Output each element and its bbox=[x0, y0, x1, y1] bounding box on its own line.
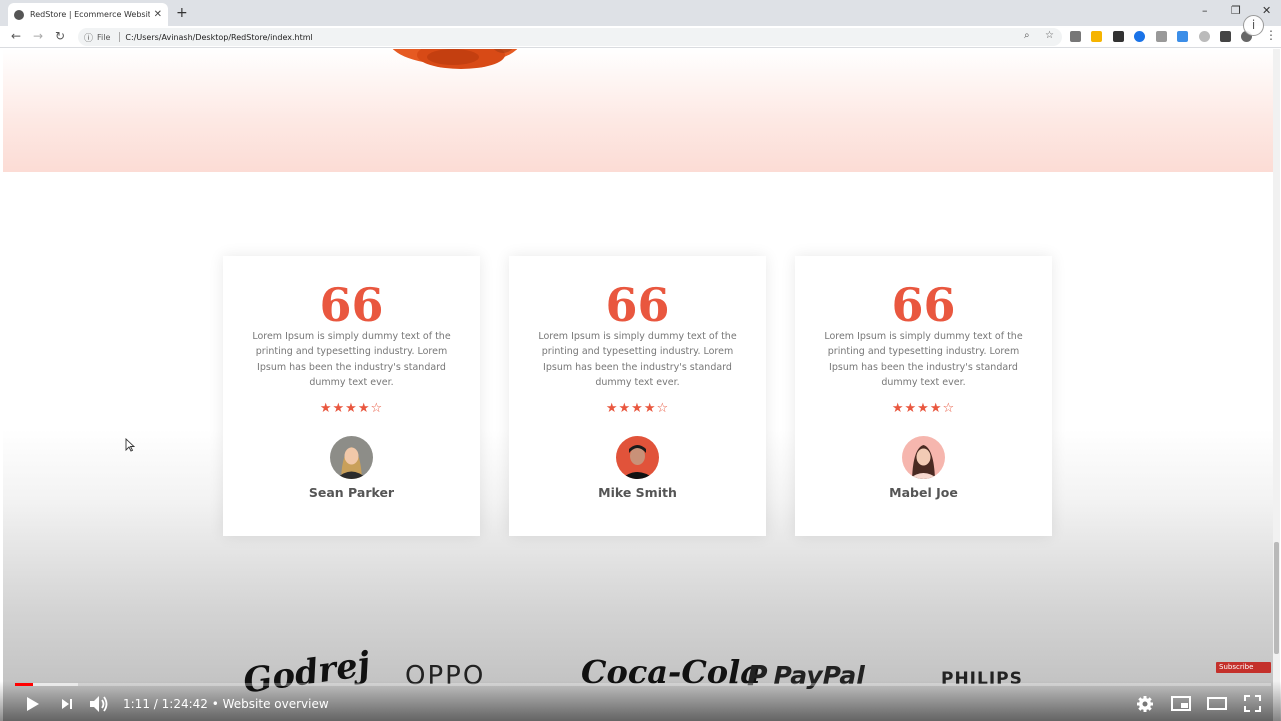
quote-icon: 66 bbox=[605, 282, 670, 322]
hero-section bbox=[3, 49, 1273, 172]
more-menu-icon[interactable]: ⋮ bbox=[1265, 28, 1277, 42]
circle-extension-icon[interactable] bbox=[1199, 31, 1210, 42]
product-image bbox=[392, 49, 518, 69]
minimize-button[interactable]: – bbox=[1202, 4, 1208, 17]
chapter-title[interactable]: Website overview bbox=[223, 697, 329, 711]
link-extension-icon[interactable] bbox=[1156, 31, 1167, 42]
bell-extension-icon[interactable] bbox=[1091, 31, 1102, 42]
bookmark-star-icon[interactable]: ☆ bbox=[1045, 30, 1054, 41]
avatar bbox=[902, 436, 945, 479]
mouse-cursor-icon bbox=[125, 438, 135, 452]
testimonial-text: Lorem Ipsum is simply dummy text of the … bbox=[538, 331, 737, 388]
globe-icon bbox=[14, 9, 24, 20]
camera-extension-icon[interactable] bbox=[1070, 31, 1081, 42]
testimonial-card: 66 Lorem Ipsum is simply dummy text of t… bbox=[795, 256, 1052, 536]
new-tab-button[interactable]: + bbox=[176, 5, 188, 21]
reviewer-name: Mike Smith bbox=[598, 485, 677, 500]
testimonial-card: 66 Lorem Ipsum is simply dummy text of t… bbox=[223, 256, 480, 536]
file-label: File bbox=[97, 32, 111, 42]
browser-toolbar: ← → ↻ ⓘ File C:/Users/Avinash/Desktop/Re… bbox=[0, 26, 1281, 48]
play-icon[interactable] bbox=[26, 696, 40, 712]
back-arrow-icon[interactable]: ← bbox=[11, 29, 21, 43]
scrollbar-thumb[interactable] bbox=[1274, 542, 1279, 654]
page-scrollbar[interactable] bbox=[1273, 49, 1280, 721]
address-bar[interactable]: ⓘ File C:/Users/Avinash/Desktop/RedStore… bbox=[78, 28, 1062, 46]
chapter-separator: • bbox=[211, 697, 223, 711]
divider bbox=[119, 32, 121, 42]
settings-gear-icon[interactable] bbox=[1136, 695, 1154, 713]
star-rating: ★★★★☆ bbox=[891, 401, 956, 416]
theater-mode-icon[interactable] bbox=[1207, 697, 1227, 710]
webpage-viewport: 66 Lorem Ipsum is simply dummy text of t… bbox=[3, 49, 1273, 721]
mail-extension-icon[interactable] bbox=[1113, 31, 1124, 42]
current-time: 1:11 bbox=[123, 697, 150, 711]
close-tab-icon[interactable]: ✕ bbox=[154, 9, 162, 20]
tab-title: RedStore | Ecommerce Website D bbox=[30, 10, 150, 19]
star-rating: ★★★★☆ bbox=[605, 401, 670, 416]
quote-icon: 66 bbox=[891, 282, 956, 322]
fullscreen-icon[interactable] bbox=[1244, 695, 1261, 712]
video-time: 1:11 / 1:24:42 • Website overview bbox=[123, 697, 329, 711]
subscribe-button[interactable]: Subscribe bbox=[1216, 662, 1271, 673]
iq-extension-icon[interactable] bbox=[1177, 31, 1188, 42]
screen: RedStore | Ecommerce Website D ✕ + – ❐ ✕… bbox=[0, 0, 1281, 721]
puzzle-extension-icon[interactable] bbox=[1220, 31, 1231, 42]
played-bar bbox=[15, 683, 33, 686]
next-icon[interactable] bbox=[61, 698, 73, 710]
forward-arrow-icon[interactable]: → bbox=[33, 29, 43, 43]
info-icon[interactable]: ⓘ bbox=[84, 31, 93, 44]
reviewer-name: Sean Parker bbox=[308, 485, 395, 500]
time-separator: / bbox=[153, 697, 162, 711]
reviewer-name: Mabel Joe bbox=[889, 485, 958, 500]
reload-icon[interactable]: ↻ bbox=[55, 29, 65, 43]
close-window-button[interactable]: ✕ bbox=[1262, 4, 1271, 17]
video-info-icon[interactable]: i bbox=[1243, 15, 1264, 36]
avatar bbox=[330, 436, 373, 479]
avatar bbox=[616, 436, 659, 479]
testimonial-text: Lorem Ipsum is simply dummy text of the … bbox=[252, 331, 451, 388]
browser-tab-bar: RedStore | Ecommerce Website D ✕ + – ❐ ✕ bbox=[0, 0, 1281, 26]
blue-extension-icon[interactable] bbox=[1134, 31, 1145, 42]
video-progress-bar[interactable] bbox=[15, 683, 1271, 686]
url-text[interactable]: C:/Users/Avinash/Desktop/RedStore/index.… bbox=[125, 33, 312, 42]
duration: 1:24:42 bbox=[161, 697, 208, 711]
miniplayer-icon[interactable] bbox=[1171, 696, 1191, 711]
testimonial-card: 66 Lorem Ipsum is simply dummy text of t… bbox=[509, 256, 766, 536]
browser-tab[interactable]: RedStore | Ecommerce Website D ✕ bbox=[8, 3, 168, 26]
testimonial-text: Lorem Ipsum is simply dummy text of the … bbox=[824, 331, 1023, 388]
star-rating: ★★★★☆ bbox=[319, 401, 384, 416]
restore-button[interactable]: ❐ bbox=[1231, 4, 1241, 17]
quote-icon: 66 bbox=[319, 282, 384, 322]
volume-icon[interactable] bbox=[89, 695, 109, 713]
zoom-icon[interactable]: ⌕ bbox=[1024, 30, 1030, 41]
